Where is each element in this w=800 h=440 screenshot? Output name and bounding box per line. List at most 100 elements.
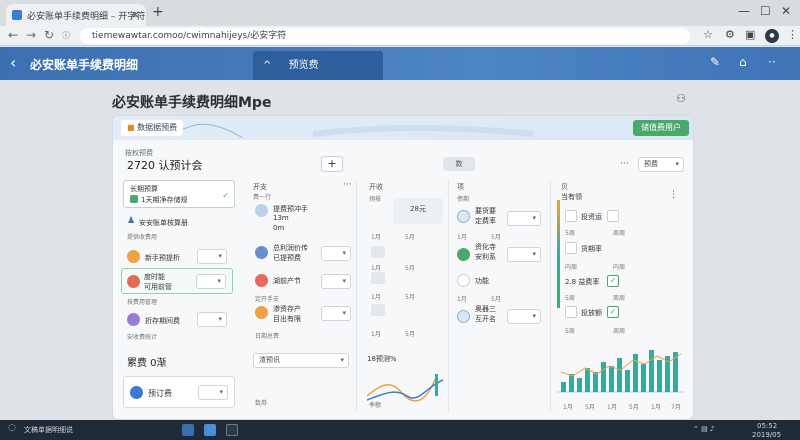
col2-item-3-select[interactable] <box>321 274 351 289</box>
taskbar-search[interactable]: 文稿单据明细说 <box>24 425 73 435</box>
check-circle-icon <box>457 274 470 287</box>
green-action-button[interactable]: 储值费用户 <box>633 120 689 136</box>
col5-small-1: 5周 <box>565 230 575 237</box>
col4-tick-3: 1月 <box>457 296 467 303</box>
col5-box-1[interactable] <box>607 210 619 222</box>
taskbar-browser-icon[interactable] <box>204 424 216 436</box>
highlight-item[interactable]: 度时能 可用前管 <box>121 268 233 294</box>
col2-item-4-select[interactable] <box>321 306 351 321</box>
bottom-card[interactable]: 预订费 <box>123 376 235 408</box>
browser-tabbar: 必安账单手续费明细 – 开字符 × + — ☐ ✕ <box>0 0 800 26</box>
col5-tick-1: 1月 <box>563 404 573 411</box>
puzzle-icon[interactable]: ▣ <box>745 28 755 41</box>
menu-kebab-icon[interactable]: ⋮ <box>787 28 798 41</box>
col2-item-4[interactable]: 渗资存产 <box>273 304 301 314</box>
orange-dot-icon <box>127 250 140 263</box>
col2-item-2[interactable]: 总利润价传 <box>273 243 308 253</box>
highlight-select[interactable] <box>196 274 226 289</box>
col4-item-1-select[interactable] <box>507 211 541 226</box>
col2-item-1-sub: 13m <box>273 214 289 222</box>
col5-accent-bar <box>557 200 560 308</box>
col4-sub: 债期 <box>457 196 470 203</box>
url-input[interactable]: tiemewawtar.comoo/cwimnahijeys/必安字符 <box>80 28 690 44</box>
col3-footer: 季额 <box>369 402 382 409</box>
period-select[interactable]: 预费 <box>638 157 684 172</box>
col4-item-4-select[interactable] <box>507 309 541 324</box>
new-tab-button[interactable]: + <box>152 4 164 20</box>
col2-item-2-sub: 已提预费 <box>273 254 301 262</box>
main-card: ■ 数据据预费 储值费用户 按权预费 2720 认预计会 + 数 ··· 预费 … <box>112 115 694 420</box>
col2-item-2-select[interactable] <box>321 246 351 261</box>
bottom-select[interactable] <box>198 385 228 400</box>
col5-check-3[interactable] <box>565 306 577 318</box>
taskbar-app-icon[interactable] <box>182 424 194 436</box>
col4-tick-4: 5月 <box>491 296 501 303</box>
item-period-caption: 安收费统计 <box>127 334 158 341</box>
bar <box>633 354 638 392</box>
col2-item-1[interactable]: 提费预冲手 <box>273 204 308 214</box>
col5-box-check[interactable]: ✓ <box>607 275 619 287</box>
browser-tab[interactable]: 必安账单手续费明细 – 开字符 × <box>6 4 146 26</box>
highlight-title: 度时能 <box>144 273 165 281</box>
tray-icons[interactable]: ⌃ ▤ ♪ <box>693 425 714 433</box>
banner-wave <box>172 123 534 139</box>
chevron-up-icon: ^ <box>263 60 272 71</box>
preview-tab[interactable]: ^ 预览费 <box>253 51 383 80</box>
col5-box-check-2[interactable]: ✓ <box>607 306 619 318</box>
site-info-icon[interactable]: ⓘ <box>62 30 70 41</box>
back-nav-icon[interactable]: ← <box>8 28 18 42</box>
item-new-select[interactable] <box>197 249 227 264</box>
col4-item-4[interactable]: 奥器三 <box>475 304 496 314</box>
bar <box>657 360 662 392</box>
col4-item-3[interactable]: 功能 <box>475 276 489 286</box>
forward-nav-icon[interactable]: → <box>26 28 36 42</box>
favicon-icon <box>12 10 22 20</box>
col4-tick-2: 5月 <box>491 234 501 241</box>
blue-dot-icon <box>130 386 143 399</box>
red-avatar-icon <box>255 274 268 287</box>
back-icon[interactable]: ‹ <box>10 53 16 72</box>
start-icon[interactable]: ◌ <box>8 423 16 433</box>
maximize-icon[interactable]: ☐ <box>760 4 771 18</box>
gray-button[interactable]: 数 <box>443 157 475 171</box>
col2-more-icon[interactable]: ··· <box>343 180 352 190</box>
taskbar-file-icon[interactable] <box>226 424 238 436</box>
col5-item-3: 2.8 益费率 <box>565 278 600 286</box>
bottom-title: 累费 0渐 <box>127 358 167 369</box>
tab-close-icon[interactable]: × <box>131 8 140 21</box>
share-icon[interactable]: ⌂ <box>739 55 747 69</box>
col4-item-1[interactable]: 要货要 <box>475 206 496 216</box>
purple-dot-icon <box>127 313 140 326</box>
minimize-icon[interactable]: — <box>738 4 750 18</box>
extension-icon[interactable]: ⚙ <box>725 28 735 41</box>
item-new[interactable]: 新手预提析 <box>145 253 180 263</box>
col2-select[interactable]: 渣预讯 <box>253 353 349 368</box>
add-button[interactable]: + <box>321 156 343 172</box>
profile-avatar[interactable]: ● <box>765 29 779 43</box>
col5-check-2[interactable] <box>565 242 577 254</box>
more-icon[interactable]: ·· <box>768 55 776 69</box>
col4-item-2[interactable]: 资化寺 <box>475 242 496 252</box>
col4-item-1-sub: 定费率 <box>475 217 496 225</box>
column-expense: 开支 ··· 费一行 提费预冲手 13m 0m 总利润价传 已提预费 湖前产节 … <box>245 180 357 412</box>
col5-more-icon[interactable]: ⋮ <box>669 190 678 200</box>
more-options-icon[interactable]: ··· <box>620 159 629 169</box>
col2-item-3[interactable]: 湖前产节 <box>273 276 301 286</box>
hero-data-button[interactable]: ■ 数据据预费 <box>121 120 184 136</box>
window-close-icon[interactable]: ✕ <box>781 4 791 18</box>
ledger-row[interactable]: 安安账单核算册 <box>139 218 188 228</box>
ledger-sub: 提供收费用 <box>127 234 158 241</box>
col4-item-2-select[interactable] <box>507 247 541 262</box>
edit-icon[interactable]: ✎ <box>710 55 720 69</box>
bar <box>593 372 598 392</box>
summary-card[interactable]: 长期预算 1天期净存储规 ✓ <box>123 180 235 208</box>
item-period[interactable]: 折存期间费 <box>145 316 180 326</box>
col5-small-3: 内周 <box>565 264 578 271</box>
col5-check-1[interactable] <box>565 210 577 222</box>
col4-tick-1: 1月 <box>457 234 467 241</box>
reload-icon[interactable]: ↻ <box>44 28 54 42</box>
col4-item-2-sub: 安利系 <box>475 253 496 261</box>
item-period-select[interactable] <box>197 312 227 327</box>
user-icon[interactable]: ⚇ <box>676 92 686 105</box>
bookmark-star-icon[interactable]: ☆ <box>703 28 713 41</box>
